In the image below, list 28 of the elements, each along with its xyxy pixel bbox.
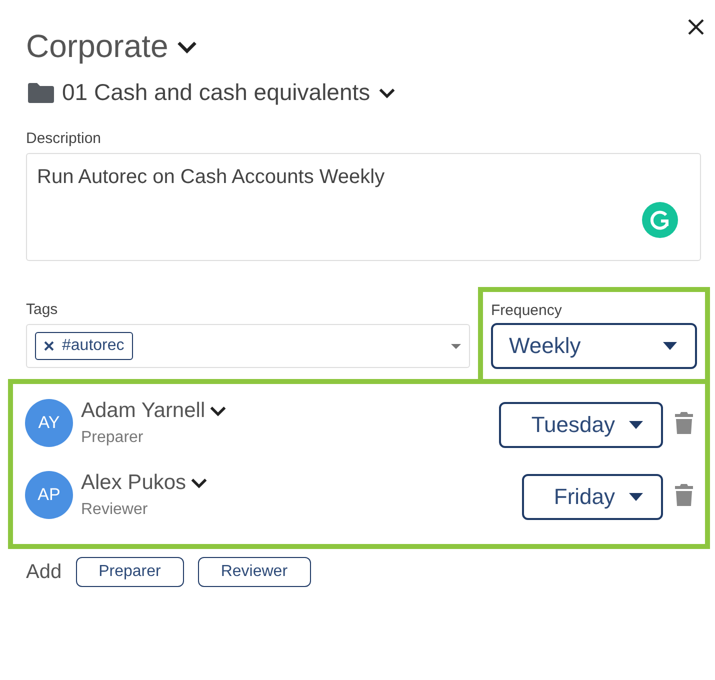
remove-icon[interactable]: [44, 341, 54, 351]
field-label: Frequency: [491, 302, 563, 319]
avatar: AY: [25, 399, 73, 447]
trash-icon[interactable]: [675, 412, 693, 434]
person-role: Preparer: [81, 429, 144, 447]
folder-icon: [28, 82, 54, 102]
trash-icon[interactable]: [675, 484, 693, 506]
avatar: AP: [25, 471, 73, 519]
description-field[interactable]: Run Autorec on Cash Accounts Weekly: [26, 153, 701, 261]
day-select[interactable]: Friday: [522, 474, 663, 520]
add-role-button[interactable]: Preparer: [76, 557, 184, 587]
person-name: Adam Yarnell: [81, 399, 206, 423]
caret-icon: [629, 493, 643, 501]
add-role-button[interactable]: Reviewer: [198, 557, 311, 587]
tag-chip[interactable]: #autorec: [35, 332, 134, 360]
frequency-select[interactable]: Weekly: [491, 323, 697, 369]
tags-field[interactable]: #autorec: [26, 324, 470, 368]
caret-icon: [663, 342, 677, 350]
field-label: Tags: [26, 301, 59, 318]
person-name: Alex Pukos: [81, 471, 186, 495]
day-select[interactable]: Tuesday: [499, 402, 663, 448]
field-label: Description: [26, 130, 102, 147]
title: Corporate: [26, 28, 168, 65]
add-label: Add: [26, 560, 62, 584]
caret-icon: [451, 344, 461, 348]
caret-icon: [629, 421, 643, 429]
person-role: Reviewer: [81, 501, 148, 519]
folder-name: 01 Cash and cash equivalents: [62, 79, 370, 106]
